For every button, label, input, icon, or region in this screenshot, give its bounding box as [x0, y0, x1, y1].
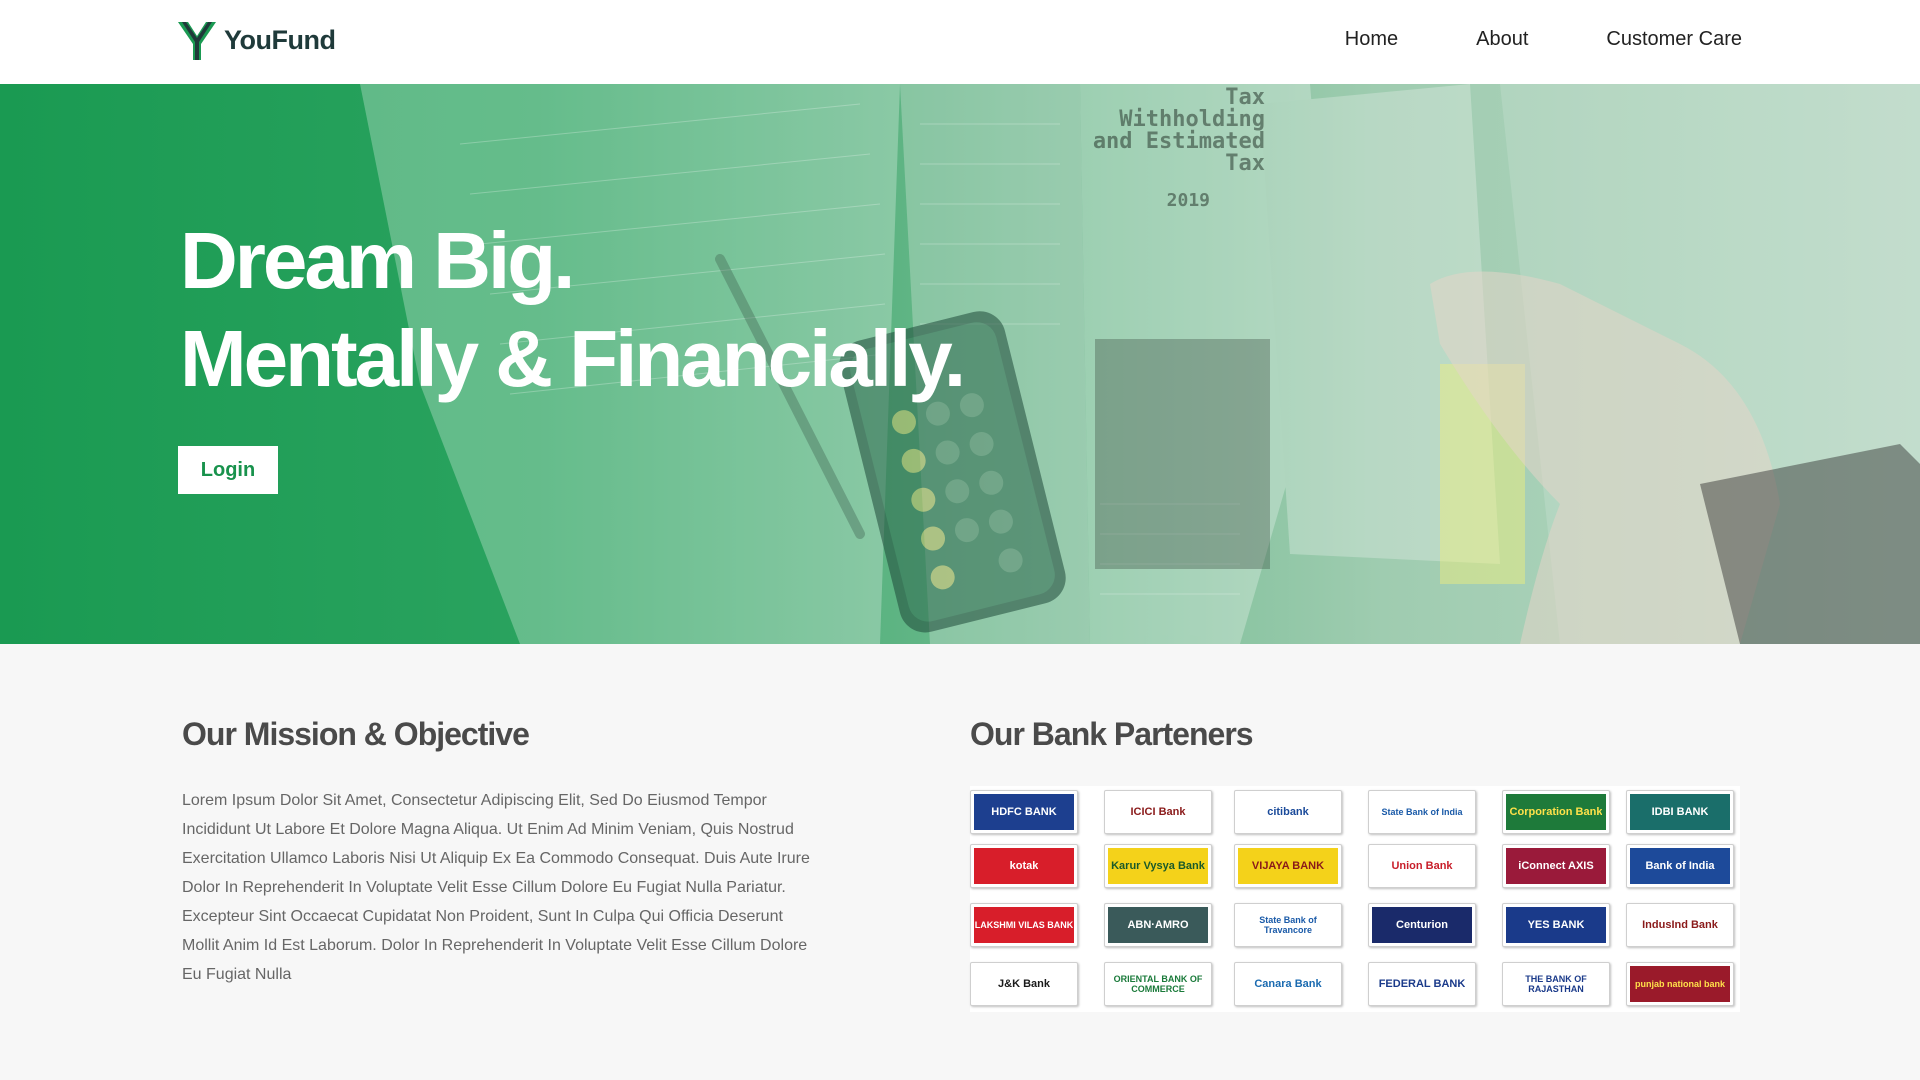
main-nav: Home About Customer Care	[1267, 28, 1742, 51]
bank-name: Corporation Bank	[1509, 806, 1603, 818]
bank-logo-badge: kotak	[974, 848, 1074, 884]
bank-name: Canara Bank	[1254, 978, 1322, 990]
mission-paragraph: Lorem Ipsum Dolor Sit Amet, Consectetur …	[182, 792, 810, 983]
bank-logo-card: ORIENTAL BANK OF COMMERCE	[1104, 962, 1212, 1006]
mission-heading: Our Mission & Objective	[182, 716, 530, 752]
bank-name: IndusInd Bank	[1642, 919, 1718, 931]
bank-name: HDFC BANK	[991, 806, 1057, 818]
bank-logo-card: Centurion	[1368, 903, 1476, 947]
brand-logo[interactable]: YouFund	[178, 20, 336, 60]
bank-logo-card: iConnect AXIS	[1502, 844, 1610, 888]
bank-logo-card: J&K Bank	[970, 962, 1078, 1006]
partners-heading: Our Bank Parteners	[970, 716, 1254, 752]
hero-title-line2: Mentally & Financially.	[180, 314, 966, 403]
bank-logo-badge: Centurion	[1372, 907, 1472, 943]
bank-logo-badge: J&K Bank	[974, 966, 1074, 1002]
bank-logo-card: Union Bank	[1368, 844, 1476, 888]
bank-logo-card: Canara Bank	[1234, 962, 1342, 1006]
bank-name: punjab national bank	[1634, 979, 1725, 989]
bank-logo-badge: HDFC BANK	[974, 794, 1074, 830]
bank-logo-card: HDFC BANK	[970, 790, 1078, 834]
bank-logo-badge: LAKSHMI VILAS BANK	[974, 907, 1074, 943]
bank-logo-card: Corporation Bank	[1502, 790, 1610, 834]
bank-logo-card: punjab national bank	[1626, 962, 1734, 1006]
nav-about-link[interactable]: About	[1476, 28, 1528, 51]
bank-logo-badge: Bank of India	[1630, 848, 1730, 884]
hero-banner: Tax Withholding and Estimated Tax 2019 D…	[0, 84, 1920, 644]
nav-home-link[interactable]: Home	[1345, 28, 1398, 51]
login-button[interactable]: Login	[178, 446, 278, 494]
youfund-logo-icon	[178, 22, 216, 60]
bank-name: citibank	[1267, 806, 1309, 818]
hero-title-line1: Dream Big.	[180, 216, 575, 305]
bank-logo-badge: VIJAYA BANK	[1238, 848, 1338, 884]
hero-headline: Dream Big. Mentally & Financially.	[180, 212, 966, 408]
bank-logo-card: State Bank of Travancore	[1234, 903, 1342, 947]
bank-name: LAKSHMI VILAS BANK	[974, 920, 1074, 930]
bank-logo-badge: THE BANK OF RAJASTHAN	[1506, 966, 1606, 1002]
bank-logo-badge: IndusInd Bank	[1630, 907, 1730, 943]
bank-name: kotak	[1009, 860, 1039, 872]
bank-logo-badge: citibank	[1238, 794, 1338, 830]
bank-logo-card: citibank	[1234, 790, 1342, 834]
bank-name: VIJAYA BANK	[1251, 860, 1325, 872]
bank-logo-badge: ABN·AMRO	[1108, 907, 1208, 943]
bank-logo-badge: punjab national bank	[1630, 966, 1730, 1002]
bank-logo-badge: Canara Bank	[1238, 966, 1338, 1002]
bank-logo-card: THE BANK OF RAJASTHAN	[1502, 962, 1610, 1006]
bank-logo-badge: Karur Vysya Bank	[1108, 848, 1208, 884]
bank-logo-badge: Union Bank	[1372, 848, 1472, 884]
bank-logo-card: YES BANK	[1502, 903, 1610, 947]
bank-logo-card: Karur Vysya Bank	[1104, 844, 1212, 888]
bank-logo-card: Bank of India	[1626, 844, 1734, 888]
bank-logo-card: VIJAYA BANK	[1234, 844, 1342, 888]
bank-name: State Bank of India	[1381, 807, 1463, 817]
bank-logo-badge: IDBI BANK	[1630, 794, 1730, 830]
bank-logo-card: ICICI Bank	[1104, 790, 1212, 834]
top-navbar: YouFund Home About Customer Care	[0, 0, 1920, 84]
bank-name: THE BANK OF RAJASTHAN	[1525, 974, 1587, 994]
bank-name: J&K Bank	[998, 978, 1050, 990]
bank-logo-card: IndusInd Bank	[1626, 903, 1734, 947]
bank-name: ORIENTAL BANK OF COMMERCE	[1113, 974, 1203, 994]
bank-name: Centurion	[1396, 919, 1448, 931]
bank-logo-badge: FEDERAL BANK	[1372, 966, 1472, 1002]
bank-partners-grid: HDFC BANK ICICI Bank citibank State Bank of…	[970, 786, 1740, 1012]
bank-name: State Bank of Travancore	[1259, 915, 1317, 935]
bank-logo-badge: ORIENTAL BANK OF COMMERCE	[1108, 966, 1208, 1002]
bank-name: FEDERAL BANK	[1378, 978, 1466, 990]
bank-name: YES BANK	[1527, 919, 1585, 931]
bank-logo-card: State Bank of India	[1368, 790, 1476, 834]
bank-name: Karur Vysya Bank	[1111, 860, 1205, 872]
bank-logo-badge: iConnect AXIS	[1506, 848, 1606, 884]
bank-logo-badge: ICICI Bank	[1108, 794, 1208, 830]
bank-name: Union Bank	[1391, 860, 1453, 872]
bank-logo-card: IDBI BANK	[1626, 790, 1734, 834]
bank-logo-badge: State Bank of India	[1372, 794, 1472, 830]
bank-logo-card: ABN·AMRO	[1104, 903, 1212, 947]
bank-name: iConnect AXIS	[1518, 860, 1594, 872]
bank-logo-badge: State Bank of Travancore	[1238, 907, 1338, 943]
bg-text-year: 2019	[1167, 190, 1210, 211]
nav-customer-care-link[interactable]: Customer Care	[1606, 28, 1742, 51]
bank-logo-card: FEDERAL BANK	[1368, 962, 1476, 1006]
bank-logo-card: LAKSHMI VILAS BANK	[970, 903, 1078, 947]
bank-name: ICICI Bank	[1130, 806, 1186, 818]
bank-logo-badge: YES BANK	[1506, 907, 1606, 943]
brand-name: YouFund	[224, 24, 336, 55]
bank-name: ABN·AMRO	[1127, 919, 1189, 931]
bank-name: IDBI BANK	[1651, 806, 1709, 818]
bank-logo-card: kotak	[970, 844, 1078, 888]
bank-logo-badge: Corporation Bank	[1506, 794, 1606, 830]
bank-name: Bank of India	[1645, 860, 1715, 872]
bg-text-tax-2: Tax	[1225, 151, 1265, 176]
